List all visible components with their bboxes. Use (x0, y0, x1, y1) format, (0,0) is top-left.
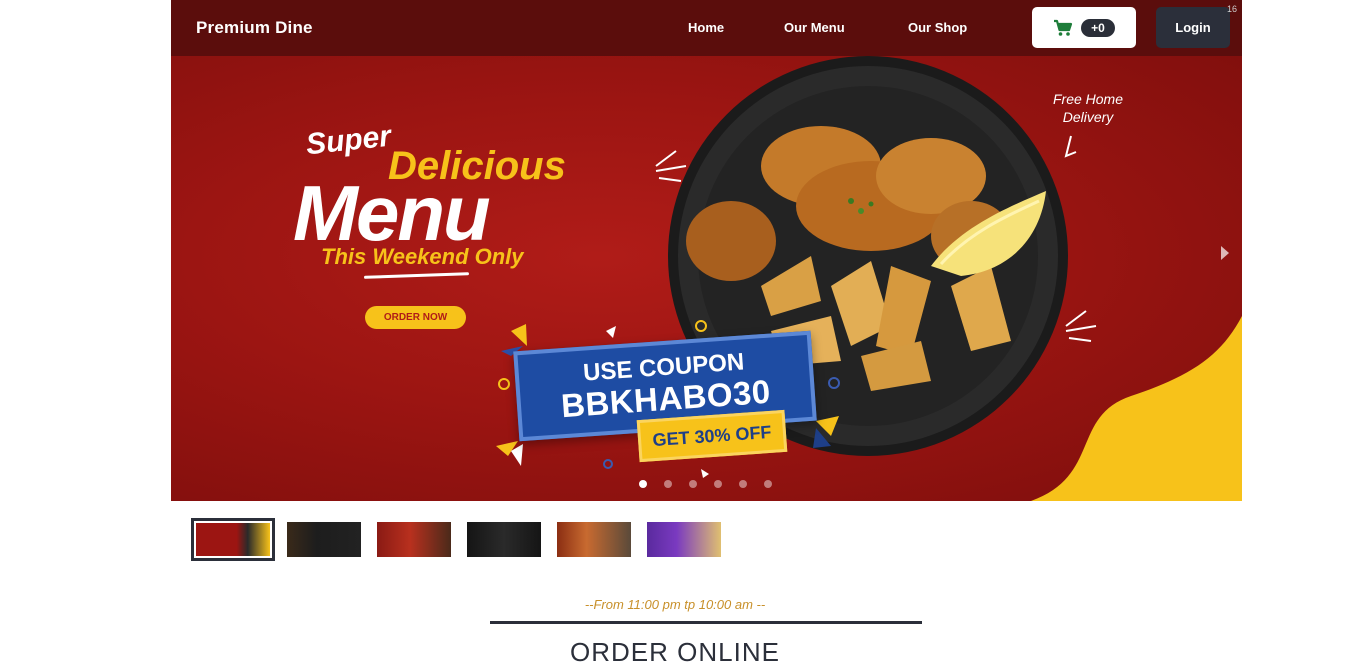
hours-text: --From 11:00 pm tp 10:00 am -- (584, 597, 766, 612)
nav-link-home[interactable]: Home (688, 20, 724, 35)
brand-logo[interactable]: Premium Dine (196, 18, 313, 38)
order-now-button[interactable]: ORDER NOW (365, 306, 466, 329)
carousel-dot-5[interactable] (739, 480, 747, 488)
corner-number: 16 (1227, 4, 1238, 14)
carousel-dot-6[interactable] (764, 480, 772, 488)
thumbnail-4[interactable] (467, 522, 541, 557)
cart-button[interactable]: +0 (1032, 7, 1136, 48)
cart-count-badge: +0 (1081, 18, 1115, 37)
carousel-dot-2[interactable] (664, 480, 672, 488)
free-delivery-line1: Free Home (1052, 91, 1124, 107)
section-title: ORDER ONLINE (570, 637, 780, 667)
hero-carousel[interactable]: Super Delicious Menu This Weekend Only O… (171, 56, 1242, 501)
thumbnail-5[interactable] (557, 522, 631, 557)
thumbnail-3-image (377, 522, 451, 557)
login-button[interactable]: Login (1156, 7, 1230, 48)
thumbnail-1-image (196, 523, 270, 556)
carousel-indicators (639, 480, 772, 488)
carousel-dot-1[interactable] (639, 480, 647, 488)
carousel-dot-3[interactable] (689, 480, 697, 488)
headline-weekend: This Weekend Only (321, 244, 524, 269)
navbar: Premium Dine Home Our Menu Our Shop +0 L… (171, 0, 1242, 56)
thumbnail-5-image (557, 522, 631, 557)
thumbnail-4-image (467, 522, 541, 557)
thumbnail-2-image (287, 522, 361, 557)
carousel-next-icon[interactable] (1221, 246, 1229, 260)
section-divider (490, 621, 922, 624)
free-delivery-text: Free Home Delivery (1043, 90, 1133, 126)
thumbnail-6-image (647, 522, 721, 557)
thumbnail-6[interactable] (647, 522, 721, 557)
thumbnail-3[interactable] (377, 522, 451, 557)
thumbnail-2[interactable] (287, 522, 361, 557)
thumbnail-1[interactable] (191, 518, 275, 561)
free-delivery-line2: Delivery (1062, 109, 1114, 125)
nav-link-our-shop[interactable]: Our Shop (908, 20, 967, 35)
carousel-dot-4[interactable] (714, 480, 722, 488)
nav-link-our-menu[interactable]: Our Menu (784, 20, 845, 35)
shopping-cart-icon (1054, 19, 1073, 36)
